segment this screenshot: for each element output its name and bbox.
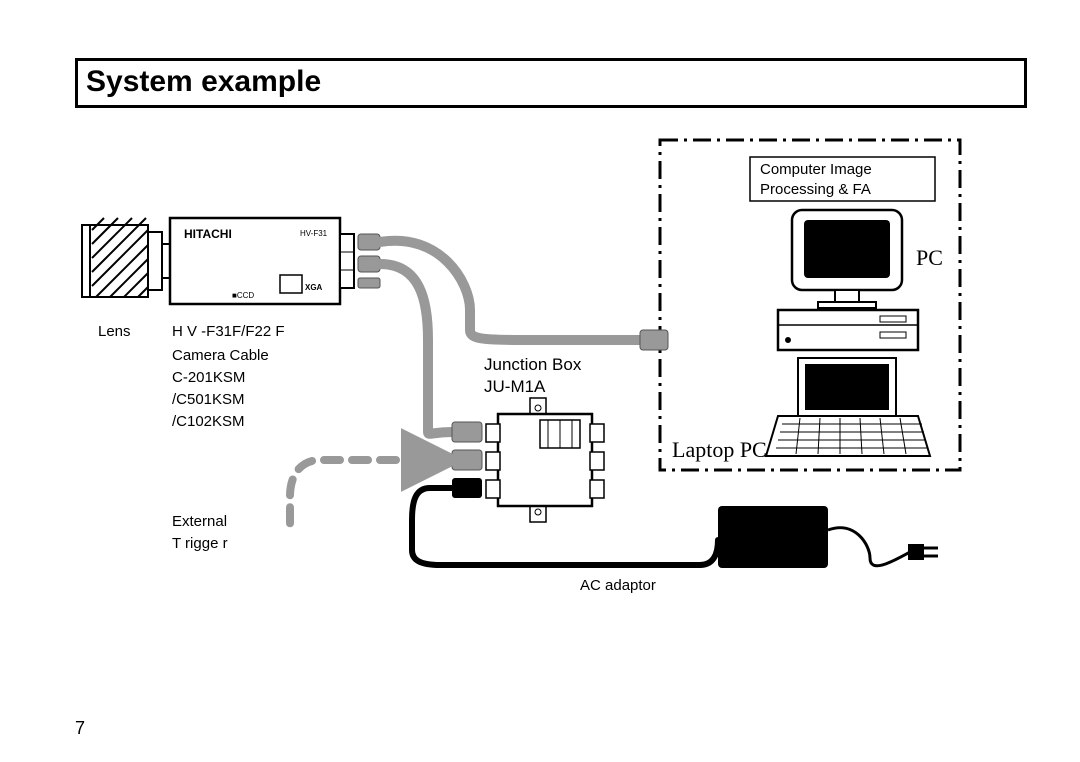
cable-model-3: /C102KSM: [172, 412, 245, 432]
svg-text:■CCD: ■CCD: [232, 291, 254, 300]
trigger-label: T rigge r: [172, 534, 228, 554]
lens-label: Lens: [98, 322, 131, 342]
page-number: 7: [75, 718, 85, 739]
ac-adaptor-label: AC adaptor: [580, 576, 656, 596]
junction-model-label: JU-M1A: [484, 376, 545, 398]
camera-cable-label: Camera Cable: [172, 346, 269, 366]
camera-model-label: H V -F31F/F22 F: [172, 322, 285, 342]
svg-text:HV-F31: HV-F31: [300, 229, 328, 238]
diagram-canvas: System example: [0, 0, 1080, 762]
cable-model-1: C-201KSM: [172, 368, 245, 388]
external-label: External: [172, 512, 227, 532]
cable-model-2: /C501KSM: [172, 390, 245, 410]
computer-image-label-1: Computer Image: [760, 160, 872, 180]
laptop-label: Laptop PC: [672, 436, 767, 465]
computer-image-label-2: Processing & FA: [760, 180, 871, 200]
junction-box-icon: [486, 398, 604, 522]
pc-label: PC: [916, 244, 943, 273]
svg-text:XGA: XGA: [305, 283, 323, 292]
svg-text:HITACHI: HITACHI: [184, 227, 232, 241]
junction-box-label: Junction Box: [484, 354, 581, 376]
lens-icon: [82, 218, 170, 297]
